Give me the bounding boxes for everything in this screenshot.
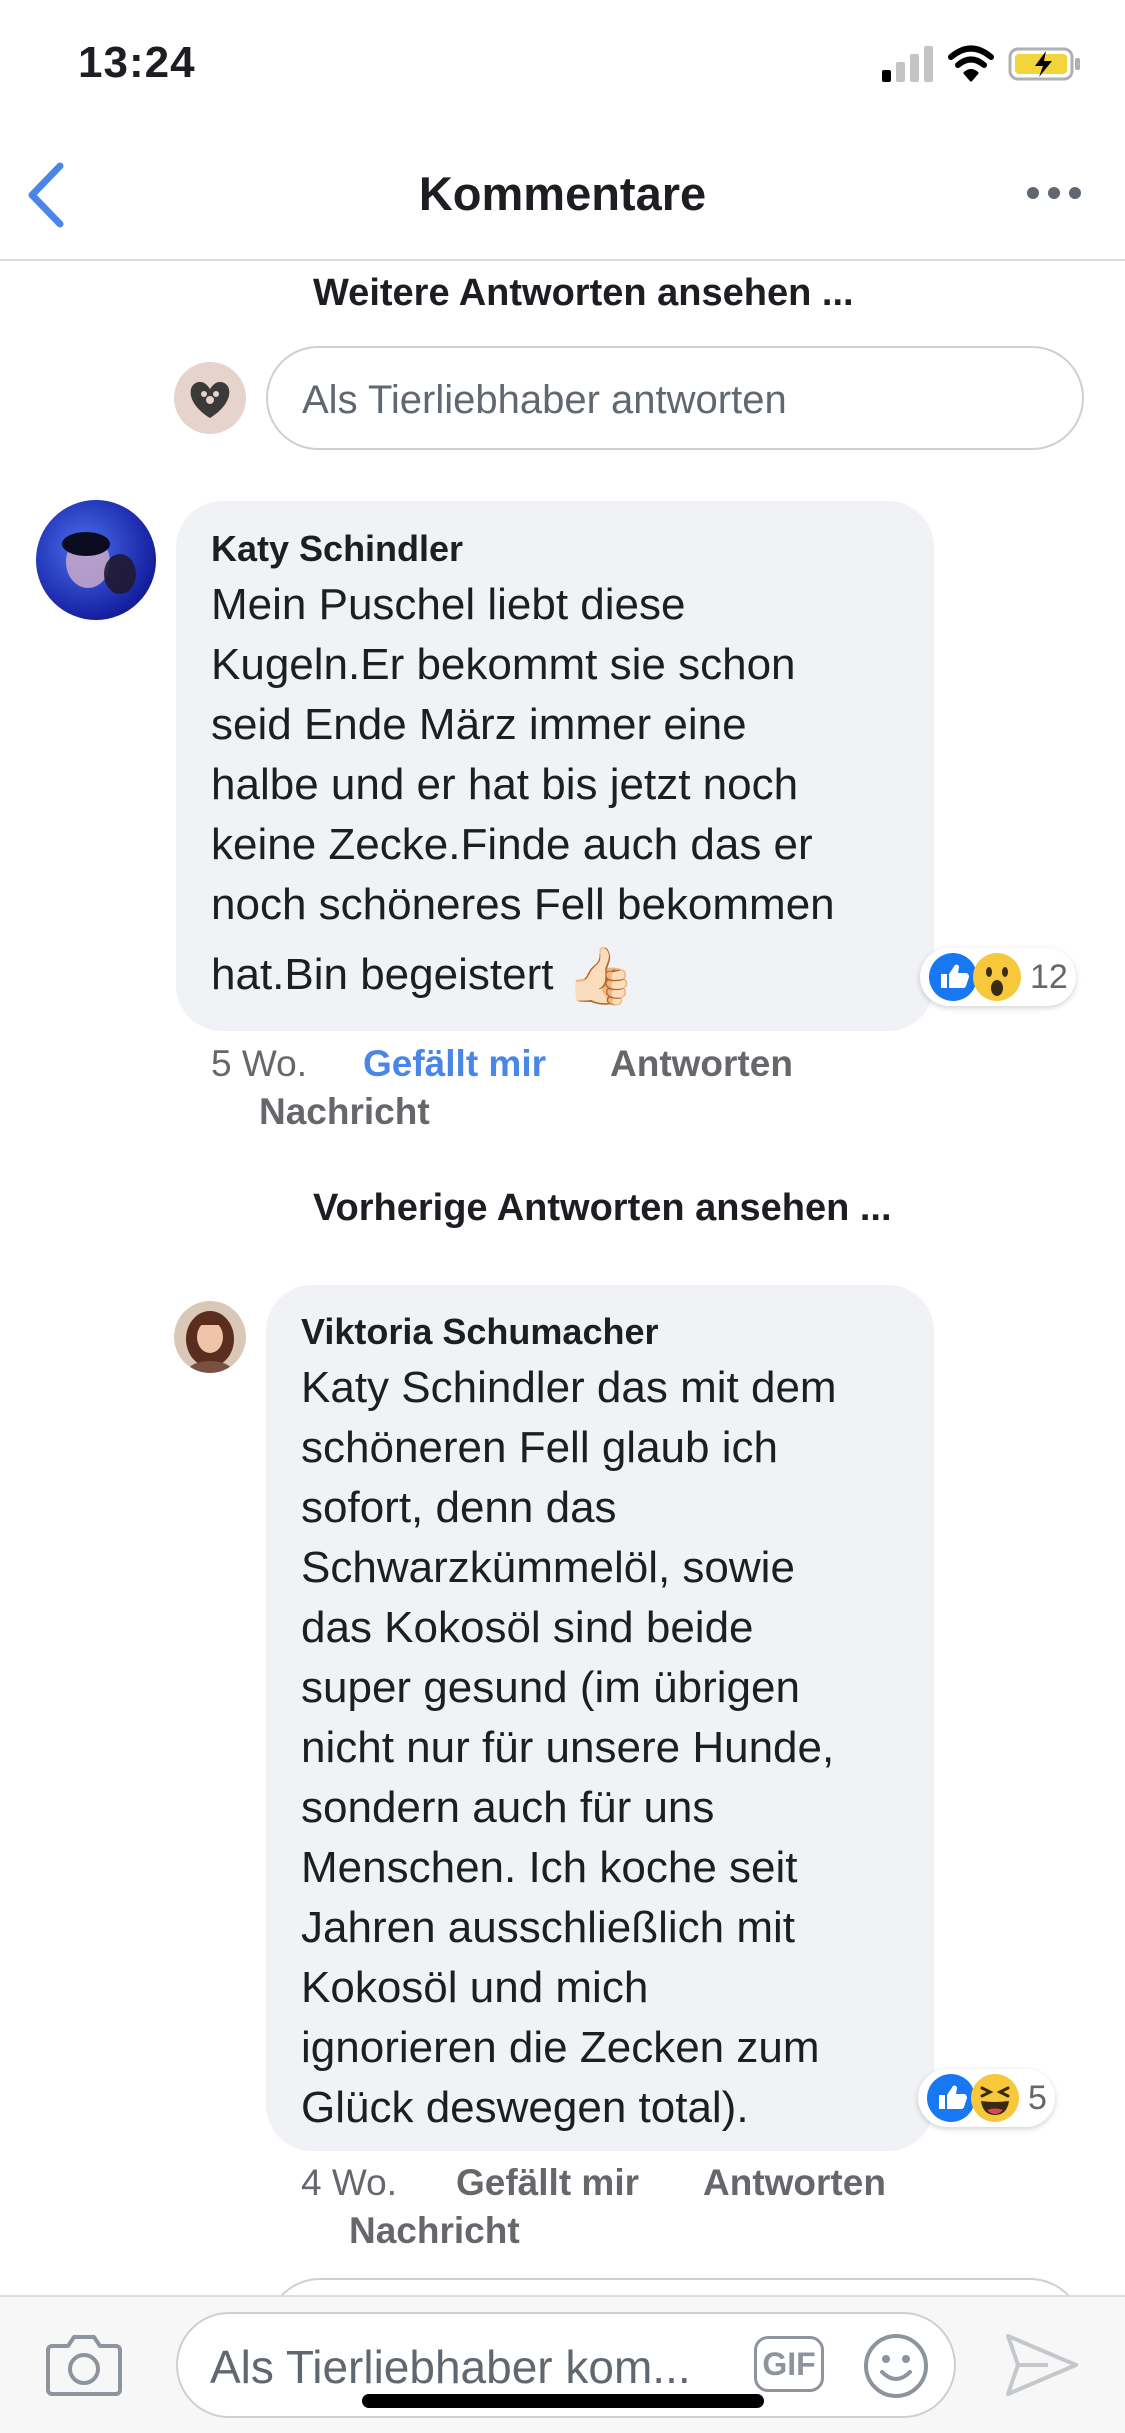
- reaction-count: 5: [1028, 2078, 1047, 2117]
- reaction-count: 12: [1030, 957, 1068, 996]
- comment-input-placeholder: Als Tierliebhaber kom...: [210, 2341, 691, 2393]
- comment-author[interactable]: Katy Schindler: [211, 528, 463, 570]
- comment-time: 5 Wo.: [211, 1043, 307, 1084]
- page-title: Kommentare: [418, 167, 707, 220]
- comment-line: ignorieren die Zecken zum: [301, 2023, 820, 2072]
- battery-icon: [1008, 47, 1080, 81]
- paw-heart-logo-icon: [190, 382, 230, 418]
- reaction-summary[interactable]: 5: [918, 2069, 1055, 2127]
- comment-text: Katy Schindler das mit dem schöneren Fel…: [301, 1358, 837, 2138]
- avatar[interactable]: [36, 500, 156, 620]
- home-indicator: [362, 2394, 764, 2408]
- comment-line: schöneren Fell glaub ich: [301, 1423, 778, 1472]
- reply-button[interactable]: Antworten: [703, 2162, 886, 2204]
- previous-replies-link[interactable]: Vorherige Antworten ansehen ...: [313, 1187, 892, 1230]
- comment-line: das Kokosöl sind beide: [301, 1603, 754, 1652]
- camera-icon[interactable]: [46, 2328, 122, 2398]
- more-replies-link[interactable]: Weitere Antworten ansehen ...: [313, 272, 854, 315]
- reply-button[interactable]: Antworten: [610, 1043, 793, 1085]
- comment-author[interactable]: Viktoria Schumacher: [301, 1311, 659, 1353]
- status-time: 13:24: [78, 38, 196, 87]
- comment-line: Glück deswegen total).: [301, 2083, 749, 2132]
- comment-line: nicht nur für unsere Hunde,: [301, 1723, 835, 1772]
- comment-line: sofort, denn das: [301, 1483, 617, 1532]
- thumbs-up-emoji: 👍🏻: [565, 944, 636, 1007]
- comment-line: hat.Bin begeistert 👍🏻: [211, 945, 835, 1006]
- avatar-photo: [186, 1311, 234, 1373]
- comment-line: seid Ende März immer eine: [211, 700, 747, 749]
- emoji-icon[interactable]: [862, 2332, 930, 2400]
- comment-line: Schwarzkümmelöl, sowie: [301, 1543, 795, 1592]
- comment-line-text: hat.Bin begeistert: [211, 950, 554, 999]
- comment-time: 4 Wo.: [301, 2162, 397, 2203]
- like-reaction-icon: [927, 2074, 975, 2122]
- like-button[interactable]: Gefällt mir: [456, 2162, 639, 2204]
- divider: [0, 259, 1125, 261]
- message-button[interactable]: Nachricht: [349, 2210, 520, 2252]
- comment-line: sondern auch für uns: [301, 1783, 715, 1832]
- wifi-icon: [948, 45, 994, 82]
- comment-line: halbe und er hat bis jetzt noch: [211, 760, 799, 809]
- comment-line: Katy Schindler das mit dem: [301, 1363, 837, 1412]
- comment-line: super gesund (im übrigen: [301, 1663, 800, 1712]
- comment-text: Mein Puschel liebt diese Kugeln.Er bekom…: [211, 575, 835, 1006]
- user-avatar: [174, 362, 246, 434]
- gif-button[interactable]: GIF: [754, 2336, 824, 2392]
- comment-line: noch schöneres Fell bekommen: [211, 880, 835, 929]
- reaction-summary[interactable]: 12: [920, 948, 1076, 1006]
- more-options-icon[interactable]: [1024, 178, 1084, 208]
- comment-line: Mein Puschel liebt diese: [211, 580, 686, 629]
- send-icon[interactable]: [1004, 2330, 1080, 2400]
- comment-line: Kugeln.Er bekommt sie schon: [211, 640, 796, 689]
- wow-reaction-icon: [973, 953, 1021, 1001]
- avatar-photo: [62, 532, 136, 594]
- message-button[interactable]: Nachricht: [259, 1091, 430, 1133]
- comment-line: Jahren ausschließlich mit: [301, 1903, 795, 1952]
- avatar[interactable]: [174, 1301, 246, 1373]
- comment-line: Kokosöl und mich: [301, 1963, 649, 2012]
- cellular-signal-icon: [882, 46, 933, 82]
- haha-reaction-icon: [971, 2074, 1019, 2122]
- divider: [0, 2295, 1125, 2297]
- reply-input[interactable]: Als Tierliebhaber antworten: [266, 346, 1084, 450]
- like-reaction-icon: [929, 953, 977, 1001]
- like-button[interactable]: Gefällt mir: [363, 1043, 546, 1085]
- comment-line: Menschen. Ich koche seit: [301, 1843, 798, 1892]
- comment-line: keine Zecke.Finde auch das er: [211, 820, 813, 869]
